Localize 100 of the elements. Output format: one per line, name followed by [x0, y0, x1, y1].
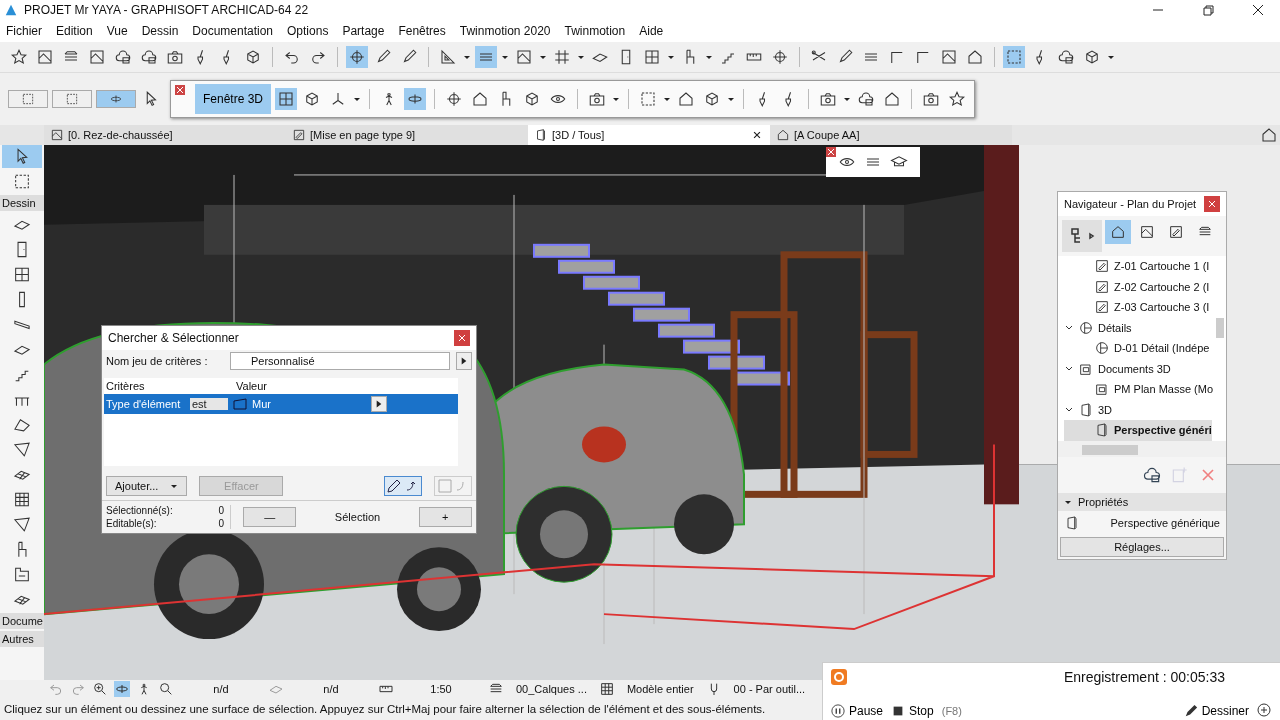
layer-dropdown[interactable]: 00_Calques ... [510, 683, 593, 695]
stop-button[interactable]: Stop [891, 704, 934, 718]
scrollbar[interactable] [1216, 318, 1224, 338]
tree-item[interactable]: Documents 3D [1064, 358, 1212, 379]
view-tab[interactable]: [3D / Tous] [528, 125, 770, 145]
close-icon[interactable] [1250, 2, 1266, 18]
scrollbar[interactable] [1082, 444, 1138, 455]
scale-dropdown[interactable]: 1:50 [400, 683, 482, 695]
menu-item[interactable]: Twinmotion [564, 24, 626, 38]
toolbox-section-header[interactable]: Autres [0, 631, 44, 647]
tab-label: [3D / Tous] [552, 129, 605, 141]
menu-item[interactable]: Fenêtres [398, 24, 446, 38]
recording-time: Enregistrement : 00:05:33 [1062, 669, 1226, 685]
eyedropper-icon[interactable] [384, 476, 422, 496]
status-field: n/d [290, 683, 372, 695]
zoom-in-icon[interactable] [1257, 703, 1273, 719]
pause-button[interactable]: Pause [831, 704, 884, 718]
view-tab[interactable]: [A Coupe AA] [770, 125, 1012, 145]
section-header: Propriétés [1078, 495, 1129, 508]
status-field: n/d [180, 683, 262, 695]
tree-item[interactable]: Z-02 Cartouche 2 (I [1064, 276, 1212, 297]
add-button[interactable]: Ajouter... [106, 476, 188, 496]
settings-button[interactable]: Réglages... [1060, 536, 1224, 557]
item-label: Perspective généri [1114, 424, 1212, 437]
item-label: 3D [1098, 403, 1113, 416]
operator-dropdown[interactable]: est [190, 398, 228, 410]
marquee-icon[interactable] [52, 90, 92, 108]
zoom-icon[interactable] [158, 681, 174, 697]
detail-marker-icon [1094, 340, 1110, 357]
tree-icon[interactable] [1062, 220, 1102, 252]
deselect-button[interactable]: — [243, 507, 297, 527]
field-label: Nom jeu de critères : [106, 355, 209, 367]
menu-item[interactable]: Documentation [192, 24, 274, 38]
play-icon[interactable] [371, 396, 387, 412]
panel-title: Navigateur - Plan du Projet [1064, 198, 1197, 210]
selection-label: Sélection [333, 511, 382, 523]
count-value: 0 [217, 505, 224, 516]
hint-text: Cliquez sur un élément ou dessinez une surface de sélection. Appuyez sur Ctrl+Maj pour faire alterner la sélection de l'élément et des sous-éléments. [4, 703, 766, 715]
view-tab[interactable]: [0. Rez-de-chaussée] [44, 125, 286, 145]
menu-item[interactable]: Dessin [141, 24, 179, 38]
arrow-pointer-icon[interactable] [2, 145, 42, 168]
toolbox-section-header[interactable]: Docume [0, 613, 44, 629]
criteria-set-dropdown[interactable]: Personnalisé [230, 352, 450, 370]
grid-icon[interactable] [598, 681, 615, 697]
menu-item[interactable]: Edition [56, 24, 93, 38]
column-header: Critères [106, 380, 146, 392]
select-button[interactable]: + [418, 507, 472, 527]
item-label: PM Plan Masse (Mo [1114, 383, 1214, 396]
floor-plan-icon [50, 128, 64, 142]
pen-set-dropdown[interactable]: 00 - Par outil... [727, 683, 812, 695]
menu-item[interactable]: Vue [106, 24, 128, 38]
detail-marker-icon [1078, 319, 1094, 336]
sheet-icon [1094, 258, 1110, 275]
view-tab[interactable]: [Mise en page type 9] [286, 125, 528, 145]
window-icon[interactable] [275, 88, 298, 110]
restore-icon[interactable] [1200, 2, 1216, 18]
pencil-icon [1183, 704, 1198, 718]
tree-item[interactable]: D-01 Détail (Indépe [1064, 338, 1212, 359]
app-logo-icon [4, 3, 18, 17]
item-label: Z-01 Cartouche 1 (I [1114, 260, 1210, 273]
house-icon [776, 128, 790, 142]
document-icon [1094, 381, 1110, 398]
house-icon[interactable] [1105, 220, 1131, 244]
orbit-icon[interactable] [114, 681, 130, 697]
table-cell-text: Mur [252, 398, 272, 410]
menu-item[interactable]: Aide [639, 24, 664, 38]
play-icon[interactable] [456, 352, 472, 370]
wall-icon [232, 398, 248, 410]
tree-item[interactable]: Perspective généri [1064, 420, 1212, 441]
crosshair-icon[interactable] [346, 46, 368, 68]
field-label: Editable(s): [106, 518, 158, 529]
shortcut-hint: (F8) [941, 705, 962, 717]
tree-item[interactable]: 3D [1064, 399, 1212, 420]
record-icon [831, 669, 847, 685]
tree-item[interactable]: Z-03 Cartouche 3 (I [1064, 297, 1212, 318]
perspective-icon [1064, 514, 1080, 531]
menu-item[interactable]: Fichier [6, 24, 42, 38]
tree-item[interactable]: Détails [1064, 317, 1212, 338]
pause-icon [831, 704, 845, 718]
table-cell-text: Type d'élément [106, 398, 182, 410]
toolbox-section-header[interactable]: Dessin [0, 195, 44, 211]
item-label: Z-03 Cartouche 3 (I [1114, 301, 1210, 314]
perspective-icon [1078, 401, 1094, 418]
menu-item[interactable]: Twinmotion 2020 [459, 24, 551, 38]
criteria-row[interactable]: Type d'élément est Mur [104, 394, 458, 414]
menu-item[interactable]: Partage [342, 24, 385, 38]
item-label: D-01 Détail (Indépe [1114, 342, 1210, 355]
3d-window-button[interactable]: Fenêtre 3D [195, 84, 272, 114]
tree-item[interactable]: Z-01 Cartouche 1 (I [1064, 256, 1212, 277]
zoom-icon[interactable] [92, 681, 108, 697]
model-dropdown[interactable]: Modèle entier [620, 683, 700, 695]
item-label: Détails [1098, 321, 1132, 334]
item-label: Z-02 Cartouche 2 (I [1114, 280, 1210, 293]
window-title: PROJET Mr YAYA - GRAPHISOFT ARCHICAD-64 22 [24, 3, 309, 17]
draw-button[interactable]: Dessiner [1183, 704, 1249, 718]
menu-item[interactable]: Options [287, 24, 329, 38]
orbit-icon[interactable] [404, 88, 427, 110]
tree-item[interactable]: PM Plan Masse (Mo [1064, 379, 1212, 400]
count-value: 0 [217, 518, 224, 529]
marquee-icon[interactable] [8, 90, 48, 108]
